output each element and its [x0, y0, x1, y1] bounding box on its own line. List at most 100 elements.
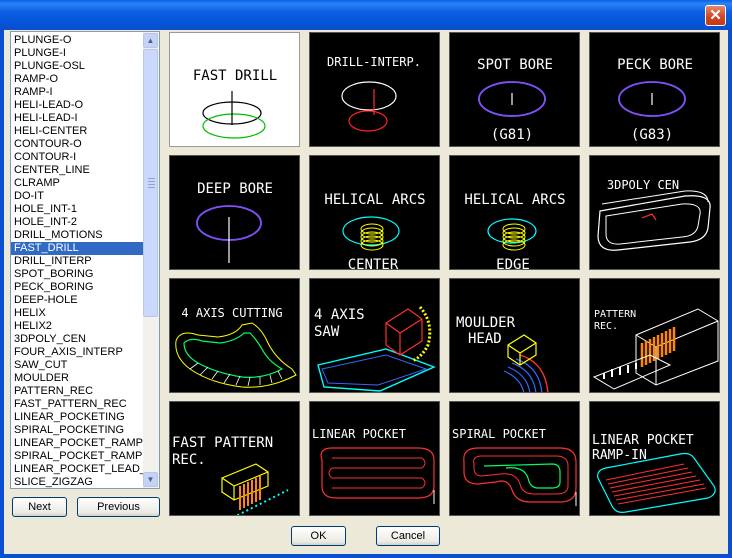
list-item[interactable]: PECK_BORING	[11, 281, 143, 294]
list-item[interactable]: SPOT_BORING	[11, 268, 143, 281]
list-item[interactable]: HELI-CENTER	[11, 125, 143, 138]
list-item[interactable]: MOULDER	[11, 372, 143, 385]
tile-four-axis-label: 4 AXIS CUTTING	[181, 306, 282, 320]
tile-pattern-sublabel: REC.	[594, 321, 618, 332]
list-item[interactable]: DO-IT	[11, 190, 143, 203]
list-item[interactable]: SAW_CUT	[11, 359, 143, 372]
tile-drill-interp[interactable]: DRILL-INTERP.	[309, 32, 440, 147]
arrow-down-icon: ▼	[146, 475, 155, 484]
list-item[interactable]: HELI-LEAD-I	[11, 112, 143, 125]
four-axis-cutting-slide: 4 AXIS CUTTING	[175, 306, 297, 388]
tile-moulder-head[interactable]: MOULDER HEAD	[449, 278, 580, 393]
tile-helical-center[interactable]: HELICAL ARCS CENTER	[309, 155, 440, 270]
previous-button[interactable]: Previous	[77, 497, 160, 517]
tile-spiral-pocket[interactable]: SPIRAL POCKET	[449, 401, 580, 516]
tile-spot-bore-code: (G81)	[491, 127, 533, 143]
tile-pattern-rec[interactable]: PATTERN REC.	[589, 278, 720, 393]
list-item[interactable]: FOUR_AXIS_INTERP	[11, 346, 143, 359]
list-item[interactable]: PATTERN_REC	[11, 385, 143, 398]
fast-drill-slide: FAST DRILL	[193, 68, 277, 139]
list-item[interactable]: DRILL_INTERP	[11, 255, 143, 268]
tile-spot-bore[interactable]: SPOT BORE (G81)	[449, 32, 580, 147]
window-frame-bottom	[0, 554, 732, 558]
tile-spot-bore-label: SPOT BORE	[477, 57, 553, 73]
scroll-up-button[interactable]: ▲	[143, 33, 158, 48]
moulder-head-slide: MOULDER HEAD	[456, 315, 549, 392]
close-button[interactable]: ✕	[705, 5, 726, 26]
list-item[interactable]: PLUNGE-O	[11, 34, 143, 47]
tile-helical-center-sublabel: CENTER	[348, 257, 399, 270]
tile-deep-bore[interactable]: DEEP BORE	[169, 155, 300, 270]
spot-bore-slide: SPOT BORE (G81)	[477, 57, 553, 143]
list-item[interactable]: RAMP-O	[11, 73, 143, 86]
list-item[interactable]: HELIX2	[11, 320, 143, 333]
scroll-down-button[interactable]: ▼	[143, 472, 158, 487]
drill-interp-slide: DRILL-INTERP.	[327, 55, 421, 132]
window-frame-left	[0, 30, 4, 558]
next-button[interactable]: Next	[12, 497, 67, 517]
list-item[interactable]: CONTOUR-O	[11, 138, 143, 151]
close-icon: ✕	[709, 7, 722, 24]
tile-linear-pocket[interactable]: LINEAR POCKET	[309, 401, 440, 516]
list-item[interactable]: FAST_DRILL	[11, 242, 143, 255]
tile-fast-drill[interactable]: FAST DRILL	[169, 32, 300, 147]
list-item[interactable]: SPIRAL_POCKET_RAMP	[11, 450, 143, 463]
tile-peck-bore[interactable]: PECK BORE (G83)	[589, 32, 720, 147]
list-item[interactable]: LINEAR_POCKET_LEAD_	[11, 463, 143, 476]
list-item[interactable]: DEEP-HOLE	[11, 294, 143, 307]
block-listbox[interactable]: PLUNGE-O PLUNGE-I PLUNGE-OSL RAMP-O RAMP-I HE…	[10, 31, 160, 489]
list-item[interactable]: SLICE_ZIGZAG	[11, 476, 143, 488]
list-items: PLUNGE-O PLUNGE-I PLUNGE-OSL RAMP-O RAMP-I HE…	[11, 34, 143, 488]
ok-button[interactable]: OK	[291, 526, 346, 546]
tile-saw-label: 4 AXIS	[314, 307, 365, 323]
helical-edge-slide: HELICAL ARCS EDGE	[464, 192, 565, 270]
window-frame-right	[728, 30, 732, 558]
tile-fast-pattern-label: FAST PATTERN	[172, 435, 273, 451]
tile-peck-bore-label: PECK BORE	[617, 57, 693, 73]
tile-linear-pocket-label: LINEAR POCKET	[312, 427, 406, 441]
tile-four-axis-saw[interactable]: 4 AXIS SAW	[309, 278, 440, 393]
list-item[interactable]: LINEAR_POCKETING	[11, 411, 143, 424]
list-item[interactable]: CONTOUR-I	[11, 151, 143, 164]
title-bar: ✕	[0, 0, 732, 30]
tile-saw-sublabel: SAW	[314, 324, 340, 340]
list-item[interactable]: HOLE_INT-1	[11, 203, 143, 216]
spiral-pocket-slide: SPIRAL POCKET	[452, 427, 577, 506]
list-item[interactable]: CLRAMP	[11, 177, 143, 190]
list-item[interactable]: PLUNGE-OSL	[11, 60, 143, 73]
list-item[interactable]: 3DPOLY_CEN	[11, 333, 143, 346]
grip-line	[148, 184, 155, 185]
list-item[interactable]: PLUNGE-I	[11, 47, 143, 60]
tile-four-axis-cutting[interactable]: 4 AXIS CUTTING	[169, 278, 300, 393]
tile-fast-pattern-rec[interactable]: FAST PATTERN REC.	[169, 401, 300, 516]
peck-bore-slide: PECK BORE (G83)	[617, 57, 693, 143]
list-item[interactable]: RAMP-I	[11, 86, 143, 99]
tile-helical-edge-sublabel: EDGE	[496, 257, 530, 270]
deep-bore-slide: DEEP BORE	[196, 181, 273, 263]
list-item[interactable]: HOLE_INT-2	[11, 216, 143, 229]
tile-3dpoly-cen[interactable]: 3DPOLY CEN	[589, 155, 720, 270]
list-scrollbar[interactable]: ▲ ▼	[143, 32, 159, 488]
tile-linear-ramp-label: LINEAR POCKET	[592, 433, 694, 448]
grip-line	[148, 187, 155, 188]
arrow-up-icon: ▲	[146, 36, 155, 45]
list-item[interactable]: HELI-LEAD-O	[11, 99, 143, 112]
list-item[interactable]: SPIRAL_POCKETING	[11, 424, 143, 437]
tile-deep-bore-label: DEEP BORE	[197, 181, 273, 197]
helical-center-slide: HELICAL ARCS CENTER	[324, 192, 425, 270]
list-item[interactable]: HELIX	[11, 307, 143, 320]
tile-fast-pattern-sublabel: REC.	[172, 452, 206, 468]
list-item[interactable]: CENTER_LINE	[11, 164, 143, 177]
tile-drill-interp-label: DRILL-INTERP.	[327, 55, 421, 69]
tile-linear-pocket-ramp[interactable]: LINEAR POCKET RAMP-IN	[589, 401, 720, 516]
tile-pattern-label: PATTERN	[594, 309, 636, 320]
tile-fast-drill-label: FAST DRILL	[193, 68, 277, 84]
cancel-button[interactable]: Cancel	[376, 526, 440, 546]
list-item[interactable]: FAST_PATTERN_REC	[11, 398, 143, 411]
tile-helical-edge[interactable]: HELICAL ARCS EDGE	[449, 155, 580, 270]
scroll-thumb[interactable]	[143, 49, 158, 317]
list-item[interactable]: LINEAR_POCKET_RAMP	[11, 437, 143, 450]
list-item[interactable]: DRILL_MOTIONS	[11, 229, 143, 242]
tile-peck-bore-code: (G83)	[631, 127, 673, 143]
grip-line	[148, 178, 155, 179]
